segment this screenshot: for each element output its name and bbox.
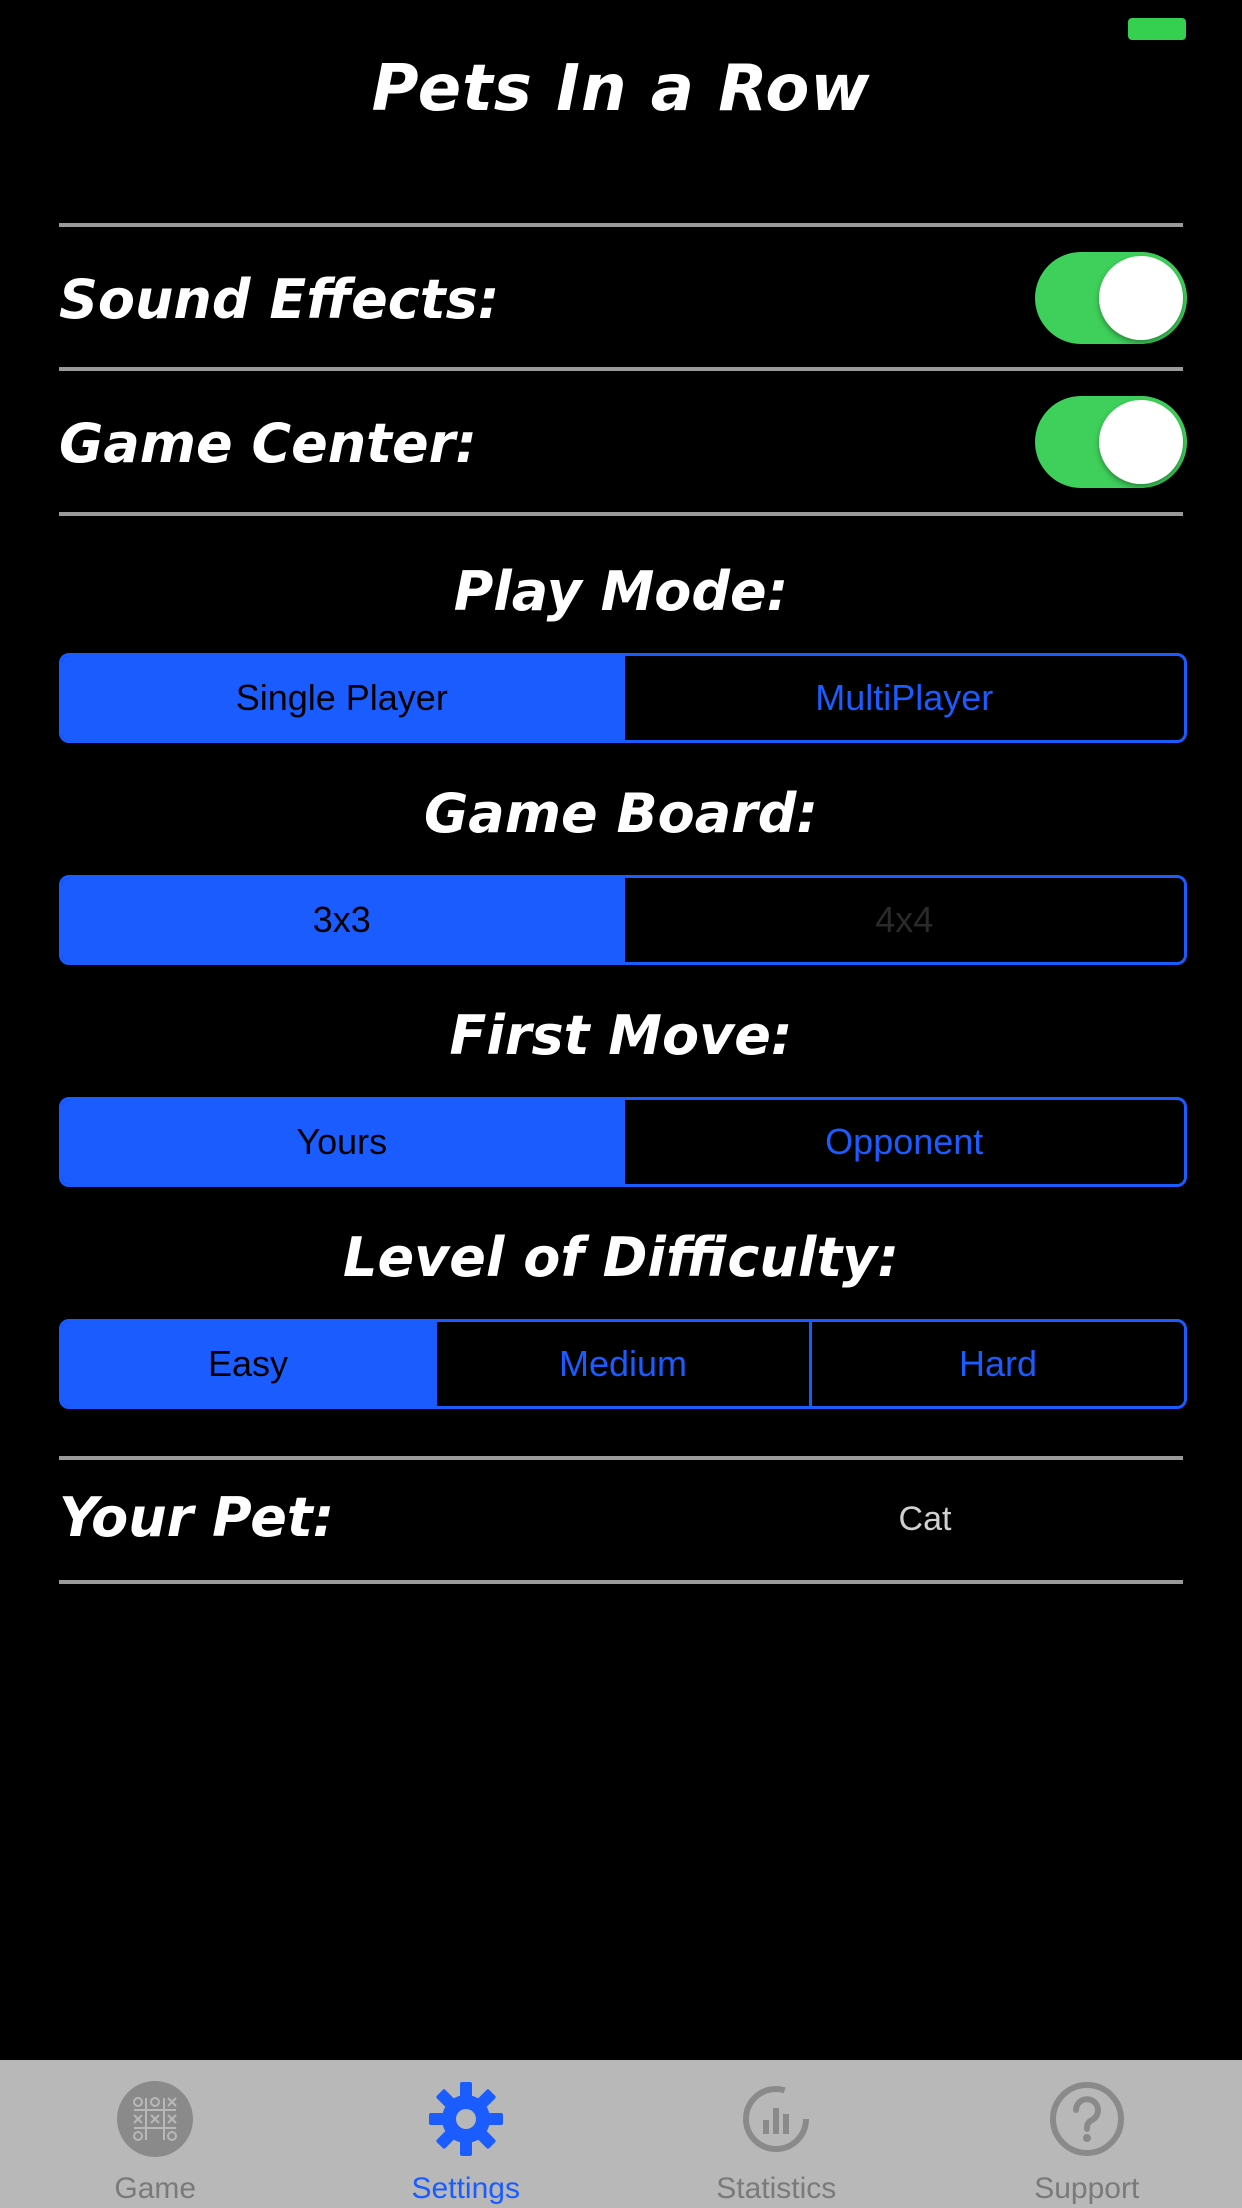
tic-tac-toe-icon — [116, 2080, 194, 2158]
page-title: Pets In a Row — [371, 52, 871, 126]
difficulty-segmented-control: Easy Medium Hard — [59, 1319, 1187, 1409]
game-board-title: Game Board: — [423, 782, 819, 845]
tab-support-label: Support — [1034, 2172, 1140, 2205]
first-move-opponent[interactable]: Opponent — [621, 1100, 1185, 1184]
divider — [59, 1580, 1183, 1584]
your-pet-value[interactable]: Cat — [860, 1500, 990, 1539]
statistics-icon — [737, 2080, 815, 2158]
tab-settings[interactable]: Settings — [311, 2060, 622, 2208]
battery-icon — [1128, 18, 1186, 40]
tab-statistics-label: Statistics — [716, 2172, 837, 2205]
your-pet-label: Your Pet: — [59, 1486, 335, 1549]
tab-settings-label: Settings — [411, 2172, 520, 2205]
tab-game-label: Game — [114, 2172, 197, 2205]
divider — [59, 1456, 1183, 1460]
toggle-knob — [1099, 400, 1183, 484]
game-board-segmented-control: 3x3 4x4 — [59, 875, 1187, 965]
game-center-toggle[interactable] — [1035, 396, 1187, 488]
play-mode-multiplayer[interactable]: MultiPlayer — [621, 656, 1185, 740]
difficulty-title: Level of Difficulty: — [343, 1226, 899, 1289]
difficulty-easy[interactable]: Easy — [62, 1322, 434, 1406]
play-mode-segmented-control: Single Player MultiPlayer — [59, 653, 1187, 743]
tab-bar: Game Settings Statistics Support — [0, 2060, 1242, 2208]
game-board-4x4[interactable]: 4x4 — [621, 878, 1185, 962]
toggle-knob — [1099, 256, 1183, 340]
divider — [59, 223, 1183, 227]
play-mode-single-player[interactable]: Single Player — [62, 656, 622, 740]
difficulty-hard[interactable]: Hard — [809, 1322, 1184, 1406]
divider — [59, 367, 1183, 371]
settings-screen: Pets In a Row Sound Effects: Game Center… — [0, 0, 1242, 2208]
difficulty-medium[interactable]: Medium — [434, 1322, 809, 1406]
divider — [59, 512, 1183, 516]
tab-statistics[interactable]: Statistics — [621, 2060, 932, 2208]
question-icon — [1048, 2080, 1126, 2158]
sound-effects-toggle[interactable] — [1035, 252, 1187, 344]
game-center-label: Game Center: — [59, 412, 477, 475]
tab-game[interactable]: Game — [0, 2060, 311, 2208]
game-board-3x3[interactable]: 3x3 — [62, 878, 622, 962]
play-mode-title: Play Mode: — [453, 560, 789, 623]
first-move-segmented-control: Yours Opponent — [59, 1097, 1187, 1187]
first-move-title: First Move: — [449, 1004, 793, 1067]
first-move-yours[interactable]: Yours — [62, 1100, 622, 1184]
gear-icon — [427, 2080, 505, 2158]
tab-support[interactable]: Support — [932, 2060, 1242, 2208]
sound-effects-label: Sound Effects: — [59, 268, 500, 331]
